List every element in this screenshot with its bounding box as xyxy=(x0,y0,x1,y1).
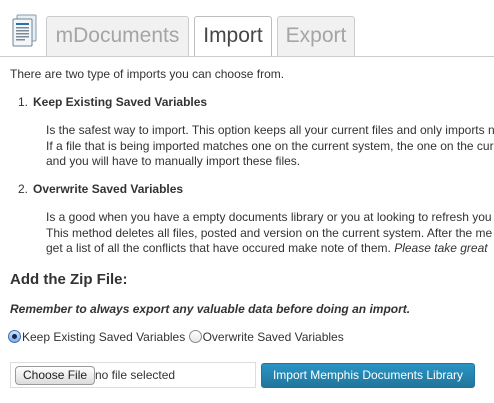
zip-section-heading: Add the Zip File: xyxy=(10,271,128,288)
option-overwrite-description: Is a good when you have a empty document… xyxy=(46,210,492,257)
import-library-button[interactable]: Import Memphis Documents Library xyxy=(261,363,475,388)
overwrite-label[interactable]: Overwrite Saved Variables xyxy=(203,330,344,344)
description-line: get a list of all the conflicts that hav… xyxy=(46,241,492,257)
tab-import[interactable]: Import xyxy=(194,16,272,57)
tab-baseline xyxy=(0,56,494,57)
option-title-text: Keep Existing Saved Variables xyxy=(33,95,208,109)
description-line: Is a good when you have a empty document… xyxy=(46,210,492,224)
keep-existing-label[interactable]: Keep Existing Saved Variables xyxy=(22,330,185,344)
import-page: mDocuments Import Export There are two t… xyxy=(0,0,494,403)
choose-file-button[interactable]: Choose File xyxy=(15,366,96,385)
file-status: no file selected xyxy=(95,368,176,382)
tab-mdocuments[interactable]: mDocuments xyxy=(46,16,189,56)
keep-existing-radio[interactable] xyxy=(8,330,21,343)
overwrite-radio[interactable] xyxy=(188,330,202,343)
document-stack-icon xyxy=(12,14,37,47)
option-keep-title: 1. Keep Existing Saved Variables xyxy=(18,95,207,109)
description-line: If a file that is being imported matches… xyxy=(46,138,494,153)
option-keep-description: Is the safest way to import. This option… xyxy=(46,123,494,170)
option-number: 2. xyxy=(18,182,29,196)
description-line: and you will have to manually import the… xyxy=(46,154,301,168)
option-title-text: Overwrite Saved Variables xyxy=(33,182,184,196)
export-reminder: Remember to always export any valuable d… xyxy=(10,302,411,316)
option-overwrite-title: 2. Overwrite Saved Variables xyxy=(18,182,183,196)
tab-strip: mDocuments Import Export xyxy=(0,0,494,57)
import-mode-radios: Keep Existing Saved Variables Overwrite … xyxy=(8,330,344,344)
intro-text: There are two type of imports you can ch… xyxy=(10,67,285,81)
description-emphasis: Please take great xyxy=(394,241,488,255)
zip-file-input[interactable]: Choose File no file selected xyxy=(10,362,256,388)
description-line: This method deletes all files, posted an… xyxy=(46,225,493,240)
description-line: Is the safest way to import. This option… xyxy=(46,123,494,137)
tab-export[interactable]: Export xyxy=(277,16,355,56)
option-number: 1. xyxy=(18,95,29,109)
description-line-text: get a list of all the conflicts that hav… xyxy=(46,241,391,255)
